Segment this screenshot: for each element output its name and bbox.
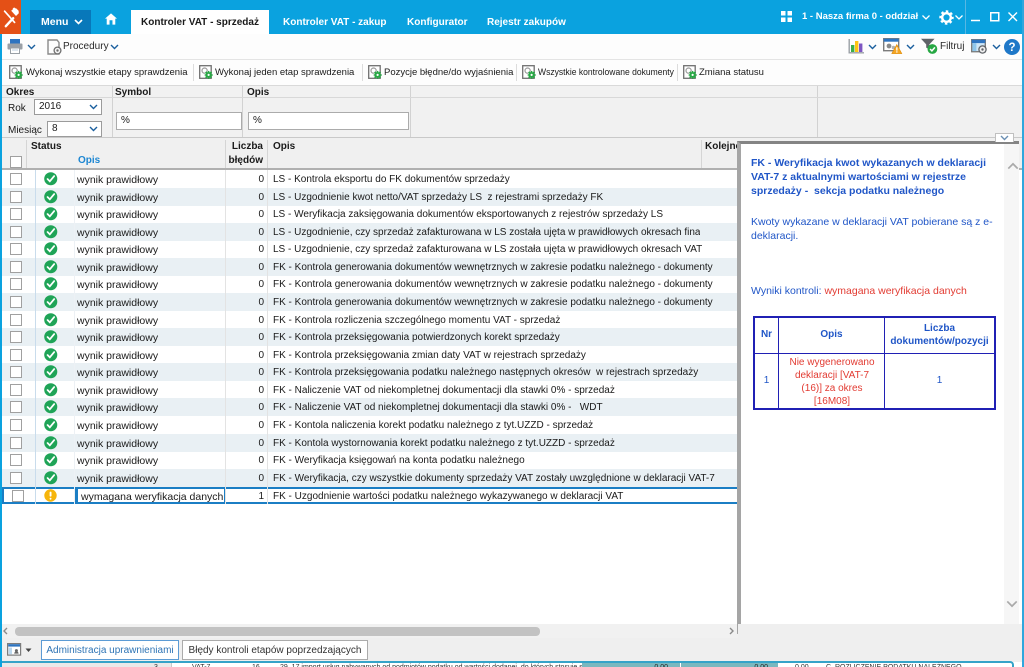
svg-text:?: ?	[1008, 42, 1015, 54]
